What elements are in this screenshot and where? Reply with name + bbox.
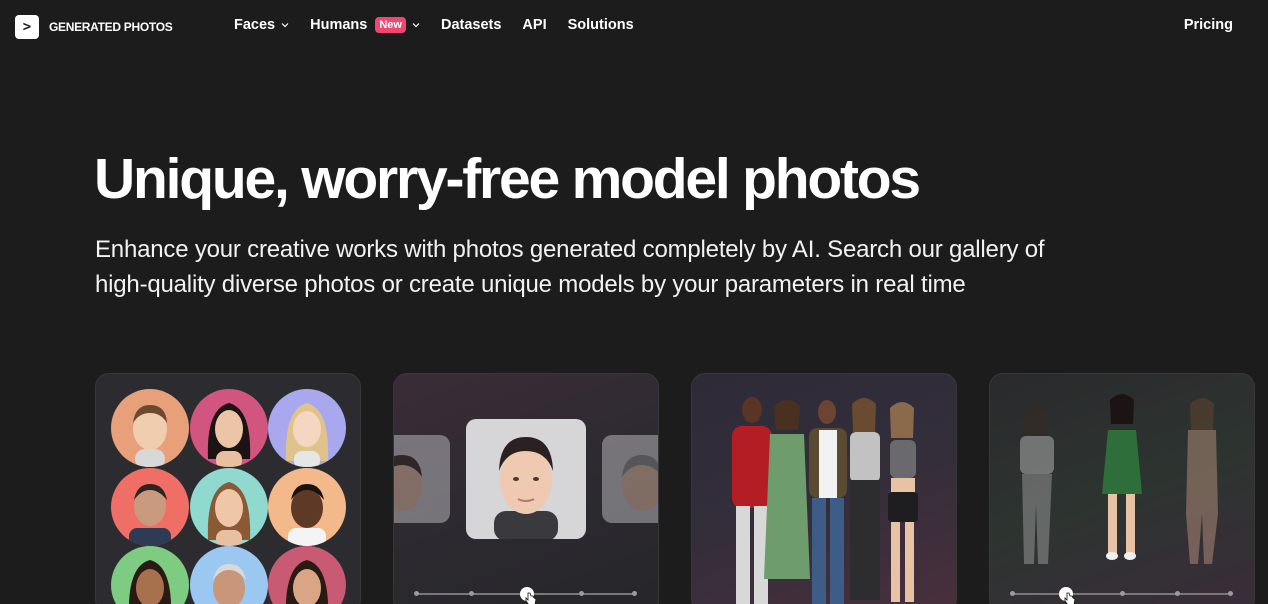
- group-models-image: [732, 397, 918, 604]
- hero-subtitle-line: high-quality diverse photos or create un…: [95, 271, 966, 298]
- page-title: Unique, worry-free model photos: [94, 147, 921, 211]
- face-thumbnail: [268, 546, 346, 604]
- slider-tick: [414, 591, 419, 596]
- nav-item-api[interactable]: API: [522, 17, 546, 33]
- nav-item-label: Solutions: [567, 17, 634, 33]
- face-gallery-card[interactable]: [95, 373, 361, 604]
- human-generator-card[interactable]: [989, 373, 1255, 604]
- human-model-preview: [1020, 394, 1218, 564]
- nav-item-solutions[interactable]: Solutions: [568, 17, 634, 33]
- nav-item-faces[interactable]: Faces: [234, 17, 289, 33]
- face-generator-card[interactable]: [393, 373, 659, 604]
- face-thumbnail: [268, 389, 346, 467]
- chevron-down-icon: [412, 23, 420, 28]
- nav-item-datasets[interactable]: Datasets: [441, 17, 501, 33]
- face-thumbnail: [268, 468, 346, 546]
- slider-tick: [579, 591, 584, 596]
- face-preview-right: [602, 435, 658, 523]
- top-navbar: > GENERATED PHOTOS Faces Humans New Data…: [0, 0, 1268, 54]
- face-thumbnail: [111, 468, 189, 546]
- face-thumbnail: [111, 389, 189, 467]
- chevron-down-icon: [281, 23, 289, 28]
- face-thumbnail: [111, 546, 189, 604]
- pricing-link[interactable]: Pricing: [1184, 17, 1233, 33]
- new-badge: New: [375, 17, 406, 33]
- nav-item-humans[interactable]: Humans New: [310, 17, 420, 33]
- hand-cursor-icon: [525, 592, 537, 604]
- face-thumbnail: [190, 389, 268, 467]
- slider-tick: [1228, 591, 1233, 596]
- slider-tick: [1120, 591, 1125, 596]
- slider-tick: [1175, 591, 1180, 596]
- nav-item-label: Datasets: [440, 17, 502, 33]
- logo-text: GENERATED PHOTOS: [49, 20, 173, 34]
- main-menu: Faces Humans New Datasets API Solutions: [234, 17, 655, 33]
- nav-item-label: API: [522, 17, 547, 33]
- logo-icon: >: [15, 15, 39, 39]
- slider-tick: [632, 591, 637, 596]
- human-gallery-card[interactable]: [691, 373, 957, 604]
- hand-cursor-icon: [1064, 592, 1076, 604]
- face-preview-left: [394, 435, 450, 523]
- face-preview-main: [466, 419, 586, 539]
- nav-item-label: Faces: [234, 17, 276, 33]
- nav-item-label: Humans: [310, 17, 368, 33]
- face-thumbnail: [190, 468, 268, 546]
- face-thumbnail: [190, 546, 268, 604]
- slider-tick: [1010, 591, 1015, 596]
- logo-link[interactable]: > GENERATED PHOTOS: [15, 15, 173, 39]
- hero-subtitle: Enhance your creative works with photos …: [95, 232, 1135, 302]
- hero-subtitle-line: Enhance your creative works with photos …: [95, 236, 1045, 263]
- slider-tick: [469, 591, 474, 596]
